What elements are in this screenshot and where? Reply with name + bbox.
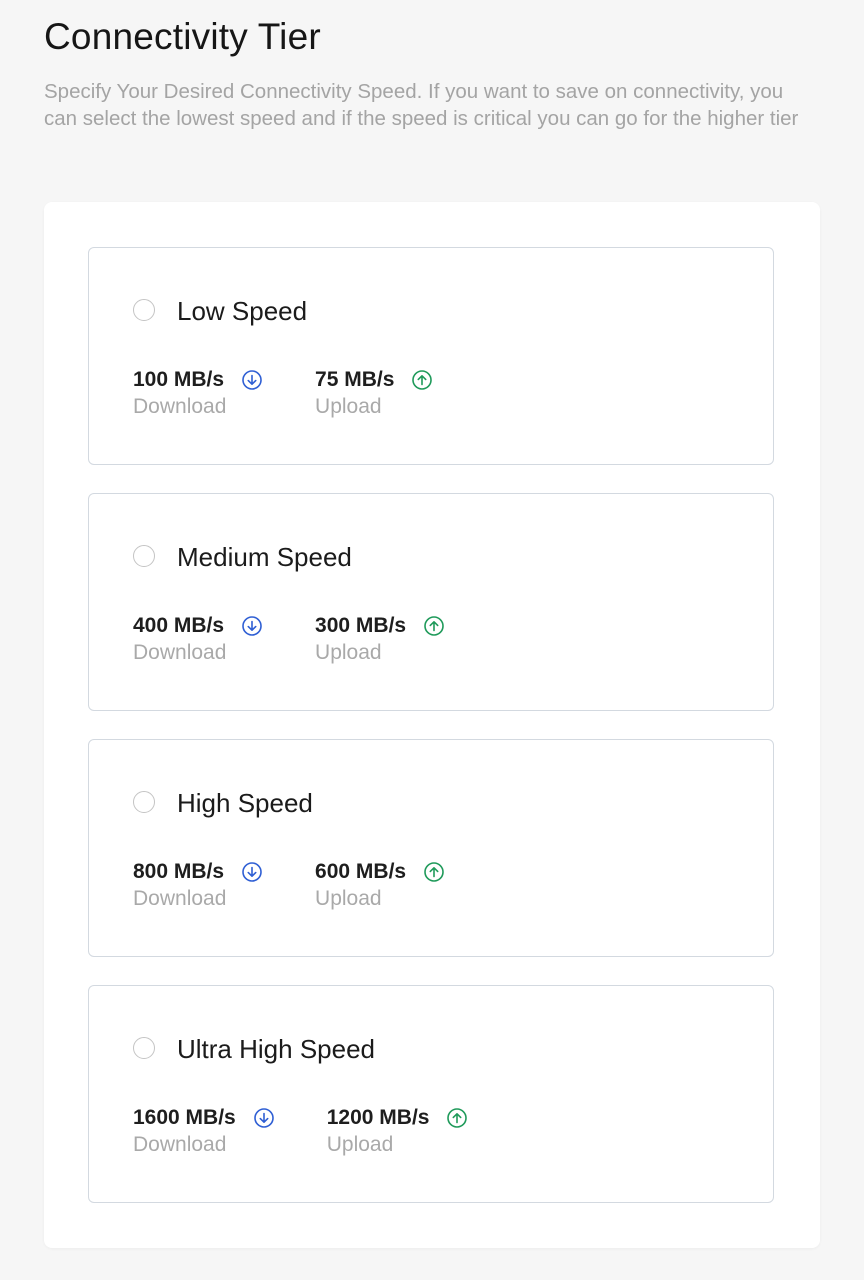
tier-option-ultra-high-speed[interactable]: Ultra High Speed 1600 MB/s Download 1200… [88,985,774,1203]
upload-stat: 75 MB/s Upload [315,367,433,420]
arrow-up-circle-icon [446,1107,468,1129]
download-label: Download [133,1133,227,1156]
download-label: Download [133,641,227,664]
download-stat: 400 MB/s Download [133,613,263,666]
upload-value: 75 MB/s [315,368,395,391]
tier-options-panel: Low Speed 100 MB/s Download 75 MB/s Uplo… [44,202,820,1248]
upload-stat: 1200 MB/s Upload [327,1105,469,1158]
download-stat: 100 MB/s Download [133,367,263,420]
download-value: 100 MB/s [133,368,225,391]
upload-stat: 300 MB/s Upload [315,613,445,666]
upload-value: 1200 MB/s [326,1106,430,1129]
arrow-down-circle-icon [241,615,263,637]
tier-option-medium-speed[interactable]: Medium Speed 400 MB/s Download 300 MB/s [88,493,774,711]
arrow-down-circle-icon [253,1107,275,1129]
tier-name: Medium Speed [177,542,352,572]
upload-value: 600 MB/s [315,860,407,883]
tier-name: Low Speed [177,296,308,326]
upload-stat: 600 MB/s Upload [315,859,445,912]
tier-name: High Speed [177,788,313,818]
radio-button[interactable] [133,791,155,813]
upload-label: Upload [315,641,382,664]
speed-stats: 100 MB/s Download 75 MB/s Upload [133,367,433,420]
arrow-down-circle-icon [241,861,263,883]
download-label: Download [133,395,227,418]
upload-value: 300 MB/s [315,614,407,637]
tier-option-low-speed[interactable]: Low Speed 100 MB/s Download 75 MB/s Uplo… [88,247,774,465]
download-value: 800 MB/s [133,860,225,883]
download-stat: 1600 MB/s Download [133,1105,275,1158]
radio-button[interactable] [133,1037,155,1059]
upload-label: Upload [315,887,382,910]
speed-stats: 1600 MB/s Download 1200 MB/s Upload [133,1105,468,1158]
page-title: Connectivity Tier [44,16,321,57]
download-value: 400 MB/s [133,614,225,637]
upload-label: Upload [326,1133,394,1156]
radio-button[interactable] [133,299,155,321]
download-stat: 800 MB/s Download [133,859,263,912]
tier-option-high-speed[interactable]: High Speed 800 MB/s Download 600 MB/s Up… [88,739,774,957]
upload-label: Upload [315,395,382,418]
speed-stats: 800 MB/s Download 600 MB/s Upload [133,859,445,912]
page-description: Specify Your Desired Connectivity Speed.… [44,80,799,130]
download-label: Download [133,887,227,910]
arrow-up-circle-icon [423,861,445,883]
speed-stats: 400 MB/s Download 300 MB/s Upload [133,613,445,666]
radio-button[interactable] [133,545,155,567]
arrow-up-circle-icon [411,369,433,391]
tier-name: Ultra High Speed [177,1034,375,1064]
download-value: 1600 MB/s [133,1106,236,1129]
arrow-down-circle-icon [241,369,263,391]
arrow-up-circle-icon [423,615,445,637]
